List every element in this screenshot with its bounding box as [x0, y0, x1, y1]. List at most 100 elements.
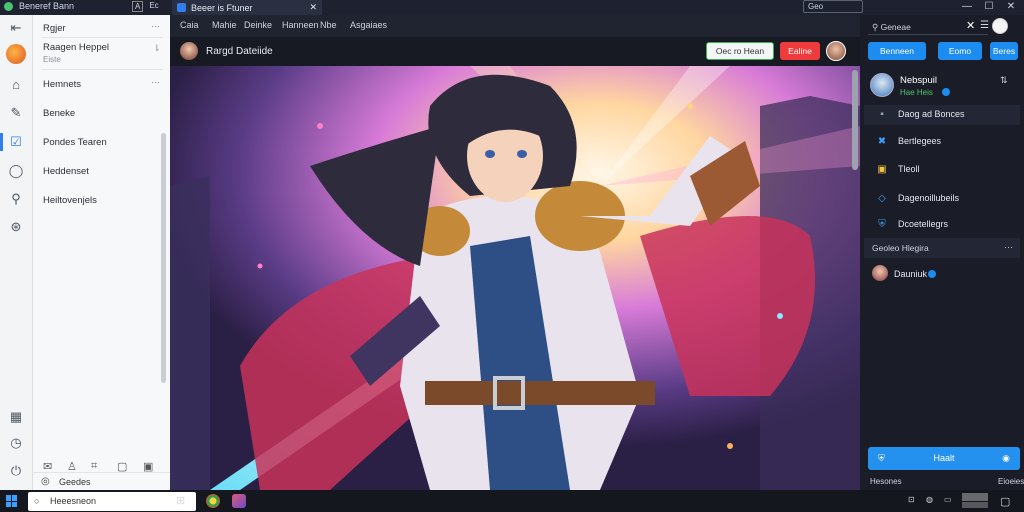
pin-icon[interactable]: ⇂	[153, 43, 161, 54]
active-indicator	[0, 133, 3, 151]
account-avatar[interactable]	[992, 18, 1008, 34]
menu-item-4[interactable]: Nbe	[320, 20, 337, 30]
browser-tab[interactable]: Beeer is Ftuner ✕	[172, 0, 322, 15]
tab-title: Beeer is Ftuner	[191, 2, 253, 13]
app-logo-icon	[4, 1, 13, 11]
follower-avatar[interactable]	[872, 265, 888, 281]
primary-button-3[interactable]: Beres	[990, 42, 1018, 60]
profile-subtitle: Hae Heis	[900, 88, 933, 97]
taskbar: ○ Heeesneon ⊞ ⊡ ◍ ▭ ▢	[0, 490, 1024, 512]
shield-icon: ⛨	[878, 453, 885, 463]
right-search-text: Geneae	[880, 22, 911, 32]
title-mini-icons: A Ec	[132, 1, 159, 12]
follower-name[interactable]: Dauniuk	[894, 269, 927, 279]
divider	[41, 69, 163, 70]
main-header: Caia Mahie Deinke Hanneen Nbe Asgaiaes	[170, 15, 860, 37]
edit-icon[interactable]: ☑	[8, 134, 24, 150]
section-title: Geoleo Hlegira	[872, 243, 929, 253]
network-icon[interactable]: ⊡	[908, 495, 915, 504]
maximize-button[interactable]: ☐	[978, 0, 1000, 15]
minimize-button[interactable]: —	[956, 0, 978, 15]
clock-icon[interactable]: ◷	[8, 435, 24, 451]
left-item-3[interactable]: Beneke	[43, 108, 75, 119]
primary-action-label: Haalt	[933, 453, 955, 463]
menu-item-5[interactable]: Asgaiaes	[350, 20, 387, 30]
clear-search-icon[interactable]: ✕	[966, 19, 975, 32]
action-button[interactable]: Ealine	[780, 42, 820, 60]
note-icon: ▣	[877, 164, 887, 175]
menu-item-3[interactable]: Hanneen	[282, 20, 319, 30]
windows-start-icon[interactable]	[6, 495, 18, 507]
menu-item-2[interactable]: Deinke	[244, 20, 272, 30]
menu-item-1[interactable]: Mahie	[212, 20, 237, 30]
right-row-0[interactable]: Daog ad Bonces	[898, 109, 965, 119]
app-title-group: Beneref Bann	[4, 1, 74, 11]
post-title: Rargd Dateiide	[206, 46, 273, 57]
chat-icon: ◉	[1002, 453, 1010, 463]
footer-left-label: Hesones	[870, 477, 902, 486]
battery-icon[interactable]: ▭	[944, 495, 952, 504]
volume-icon[interactable]: ◍	[926, 495, 933, 504]
more-icon[interactable]: ···	[151, 77, 160, 87]
globe-icon[interactable]: ◎	[41, 476, 50, 487]
tab-favicon-icon	[177, 3, 186, 12]
bottom-label[interactable]: Geedes	[59, 477, 91, 487]
right-row-1[interactable]: Bertlegees	[898, 136, 941, 146]
left-item-2[interactable]: Hemnets	[43, 79, 81, 90]
left-item-4[interactable]: Pondes Tearen	[43, 137, 107, 148]
primary-button-1[interactable]: Benneen	[868, 42, 926, 60]
left-item-5[interactable]: Heddenset	[43, 166, 89, 177]
primary-action-button[interactable]: ⛨ Haalt ◉	[868, 447, 1020, 470]
artwork-scrollbar[interactable]	[852, 70, 858, 170]
notification-icon[interactable]: ▢	[1000, 495, 1010, 508]
close-button[interactable]: ✕	[1000, 0, 1022, 15]
more-icon[interactable]: ···	[151, 21, 160, 31]
viewer-avatar[interactable]	[826, 41, 846, 61]
user-avatar[interactable]	[6, 44, 26, 64]
tab-close-icon[interactable]: ✕	[309, 2, 317, 13]
right-row-3[interactable]: Dagenoillubeils	[898, 193, 959, 203]
status-icon[interactable]: ◯	[8, 163, 24, 179]
title-mini-icon-1[interactable]: A	[132, 1, 144, 12]
right-row-4[interactable]: Dcoetellegrs	[898, 219, 948, 229]
task-view-icon[interactable]: ⊞	[176, 494, 185, 507]
divider	[33, 472, 170, 473]
title-search-field[interactable]: Geo	[803, 0, 863, 13]
menu-icon[interactable]: ☰	[980, 20, 989, 31]
left-item-0[interactable]: Rgjer	[43, 23, 66, 34]
app-icon[interactable]	[232, 494, 246, 508]
link-icon: ▪	[880, 109, 884, 120]
app-title: Beneref Bann	[19, 1, 75, 11]
author-avatar[interactable]	[180, 42, 198, 60]
follow-button[interactable]: Oec ro Hean	[706, 42, 774, 60]
shield-icon: ⛨	[878, 219, 886, 230]
section-more-icon[interactable]: ···	[1004, 242, 1013, 252]
scrollbar[interactable]	[161, 133, 166, 383]
home-icon[interactable]: ⌂	[8, 77, 24, 93]
divider	[41, 37, 163, 38]
right-row-2[interactable]: Tleoll	[898, 164, 920, 174]
grid-icon[interactable]: ▦	[8, 409, 24, 425]
profile-avatar[interactable]	[870, 73, 894, 97]
more-icon[interactable]: ⇅	[1000, 75, 1008, 86]
taskbar-search-input[interactable]: ○ Heeesneon	[28, 492, 196, 511]
artwork-illustration	[170, 66, 860, 490]
settings-icon[interactable]: ⊛	[8, 219, 24, 235]
title-bar: Beneref Bann A Ec Beeer is Ftuner ✕ Geo …	[0, 0, 1024, 15]
left-item-6[interactable]: Heiltovenjels	[43, 195, 97, 206]
date-text[interactable]	[962, 502, 988, 508]
browser-icon[interactable]	[206, 494, 220, 508]
primary-button-2[interactable]: Eomo	[938, 42, 982, 60]
power-icon[interactable]: ⏻	[8, 463, 24, 479]
search-icon[interactable]: ⚲	[8, 191, 24, 207]
menu-item-0[interactable]: Caia	[180, 20, 199, 30]
title-mini-icon-2[interactable]: Ec	[149, 1, 158, 12]
verified-icon	[928, 270, 936, 278]
post-header: Rargd Dateiide Oec ro Hean Ealine	[170, 37, 860, 66]
left-item-1[interactable]: Raagen Heppel	[43, 42, 109, 53]
back-icon[interactable]: ⇤	[8, 20, 24, 36]
tools-icon[interactable]: ✎	[8, 105, 24, 121]
artwork-image[interactable]	[170, 66, 860, 490]
clock-text[interactable]	[962, 493, 988, 501]
profile-name[interactable]: Nebspuil	[900, 75, 937, 86]
